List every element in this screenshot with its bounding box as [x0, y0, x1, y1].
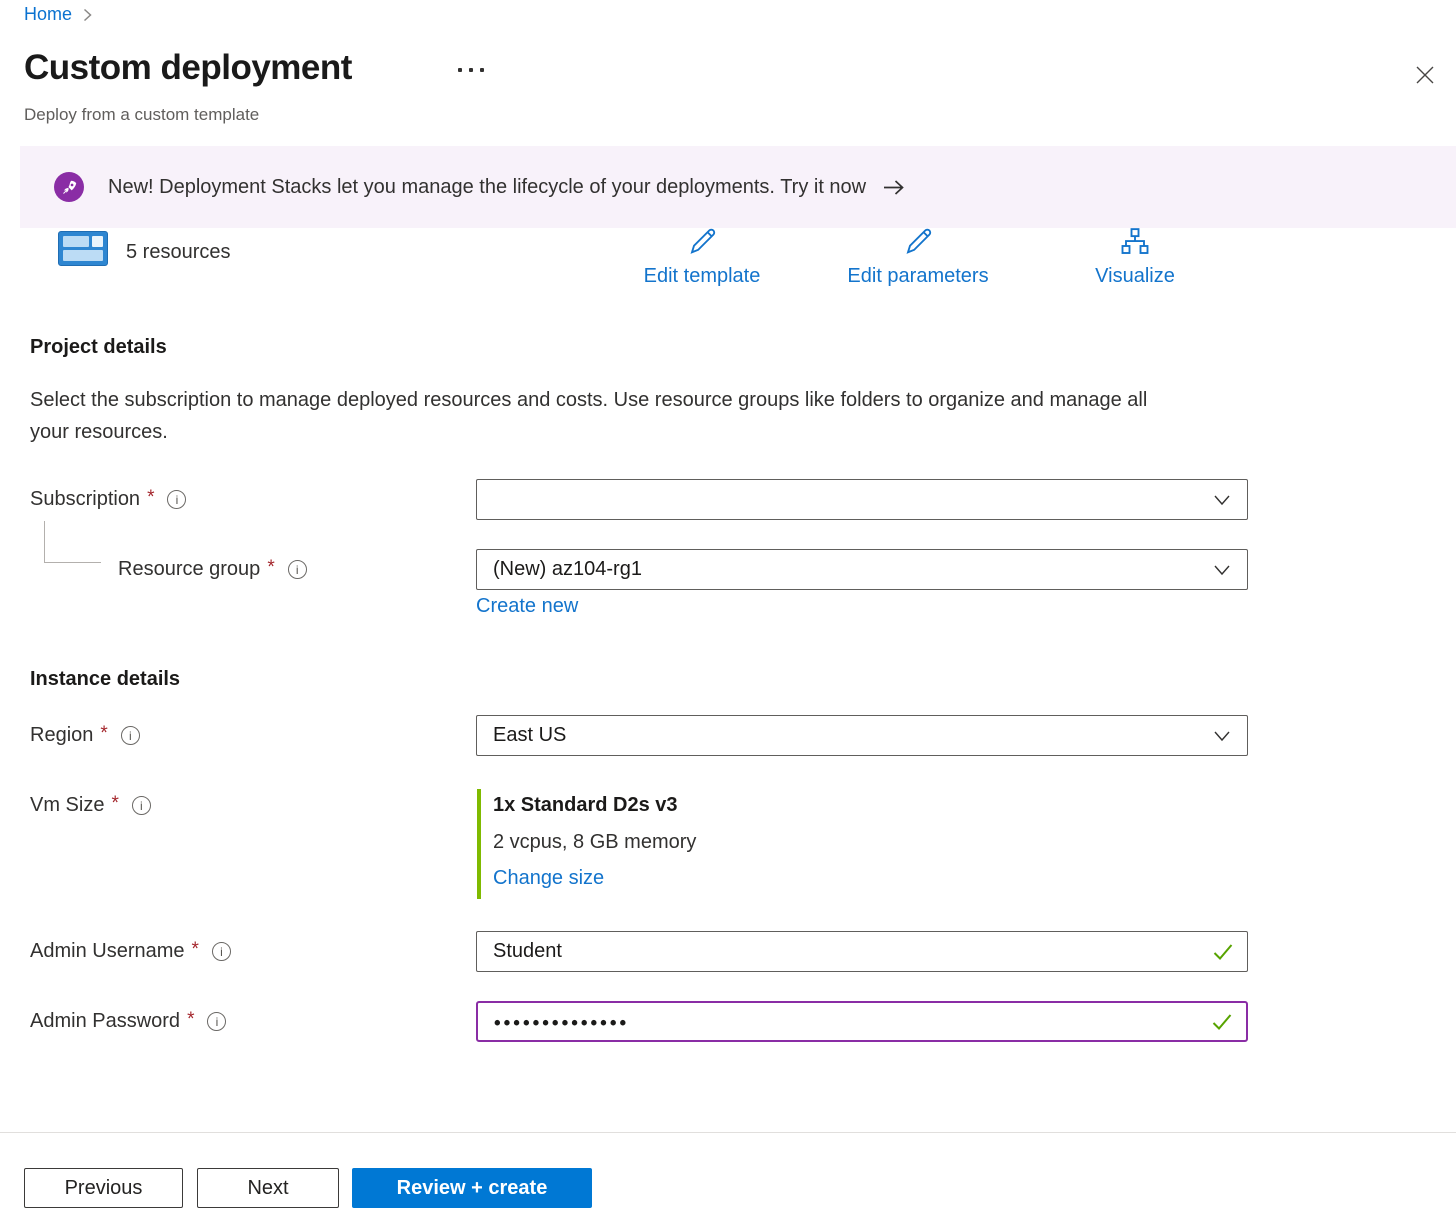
chevron-down-icon	[1213, 729, 1231, 743]
rocket-icon	[54, 172, 84, 202]
create-new-link[interactable]: Create new	[476, 595, 578, 618]
more-options-icon[interactable]	[452, 62, 490, 78]
resource-group-dropdown[interactable]: (New) az104-rg1	[476, 549, 1248, 590]
edit-template-label: Edit template	[644, 265, 761, 288]
region-dropdown[interactable]: East US	[476, 715, 1248, 756]
resource-group-label: Resource group * i	[118, 558, 307, 581]
admin-username-input[interactable]	[477, 932, 1212, 971]
page-subtitle: Deploy from a custom template	[24, 105, 259, 125]
page-title: Custom deployment	[24, 48, 352, 88]
info-icon[interactable]: i	[207, 1012, 226, 1031]
pencil-icon	[687, 226, 717, 261]
required-asterisk: *	[111, 793, 118, 815]
chevron-down-icon	[1213, 493, 1231, 507]
next-button[interactable]: Next	[197, 1168, 339, 1208]
breadcrumb-home-link[interactable]: Home	[24, 4, 72, 25]
field-connector-line	[44, 521, 101, 563]
chevron-right-icon	[82, 8, 93, 22]
vm-size-specs: 2 vcpus, 8 GB memory	[493, 831, 696, 854]
breadcrumb: Home	[24, 4, 93, 25]
pencil-icon	[903, 226, 933, 261]
subscription-dropdown[interactable]	[476, 479, 1248, 520]
region-label-text: Region	[30, 724, 93, 747]
info-icon[interactable]: i	[132, 796, 151, 815]
arrow-right-icon[interactable]	[882, 179, 905, 196]
visualize-label: Visualize	[1095, 265, 1175, 288]
required-asterisk: *	[267, 557, 274, 579]
region-label: Region * i	[30, 724, 140, 747]
vm-size-label: Vm Size * i	[30, 794, 151, 817]
edit-template-button[interactable]: Edit template	[617, 226, 787, 288]
info-icon[interactable]: i	[212, 942, 231, 961]
template-icon	[58, 231, 108, 266]
vm-size-selection: 1x Standard D2s v3	[493, 794, 678, 817]
project-details-description: Select the subscription to manage deploy…	[30, 384, 1180, 448]
vm-size-label-text: Vm Size	[30, 794, 104, 817]
required-asterisk: *	[187, 1009, 194, 1031]
review-create-button[interactable]: Review + create	[352, 1168, 592, 1208]
required-asterisk: *	[192, 939, 199, 961]
resource-group-value: (New) az104-rg1	[477, 558, 1213, 581]
admin-username-label: Admin Username * i	[30, 940, 231, 963]
org-chart-icon	[1120, 226, 1150, 261]
edit-parameters-button[interactable]: Edit parameters	[828, 226, 1008, 288]
info-icon[interactable]: i	[121, 726, 140, 745]
required-asterisk: *	[100, 723, 107, 745]
resource-group-label-text: Resource group	[118, 558, 260, 581]
region-value: East US	[477, 724, 1213, 747]
admin-password-label: Admin Password * i	[30, 1010, 226, 1033]
change-size-link[interactable]: Change size	[493, 867, 604, 890]
admin-password-input[interactable]	[478, 1003, 1211, 1040]
admin-password-field-wrapper	[476, 1001, 1248, 1042]
info-icon[interactable]: i	[288, 560, 307, 579]
subscription-label: Subscription * i	[30, 488, 186, 511]
info-icon[interactable]: i	[167, 490, 186, 509]
banner-message: New! Deployment Stacks let you manage th…	[108, 176, 866, 199]
subscription-label-text: Subscription	[30, 488, 140, 511]
required-asterisk: *	[147, 487, 154, 509]
admin-username-field-wrapper	[476, 931, 1248, 972]
close-icon[interactable]	[1408, 58, 1442, 92]
footer-divider	[0, 1132, 1456, 1133]
project-details-heading: Project details	[30, 336, 167, 359]
vm-size-accent-bar	[477, 789, 481, 899]
deployment-stacks-banner[interactable]: New! Deployment Stacks let you manage th…	[20, 146, 1456, 228]
visualize-button[interactable]: Visualize	[1070, 226, 1200, 288]
edit-parameters-label: Edit parameters	[847, 265, 988, 288]
instance-details-heading: Instance details	[30, 668, 180, 691]
valid-check-icon	[1212, 942, 1234, 962]
resources-count: 5 resources	[126, 241, 231, 264]
admin-username-label-text: Admin Username	[30, 940, 185, 963]
custom-deployment-page: Home Custom deployment Deploy from a cus…	[0, 0, 1456, 1219]
admin-password-label-text: Admin Password	[30, 1010, 180, 1033]
previous-button[interactable]: Previous	[24, 1168, 183, 1208]
chevron-down-icon	[1213, 563, 1231, 577]
valid-check-icon	[1211, 1012, 1233, 1032]
